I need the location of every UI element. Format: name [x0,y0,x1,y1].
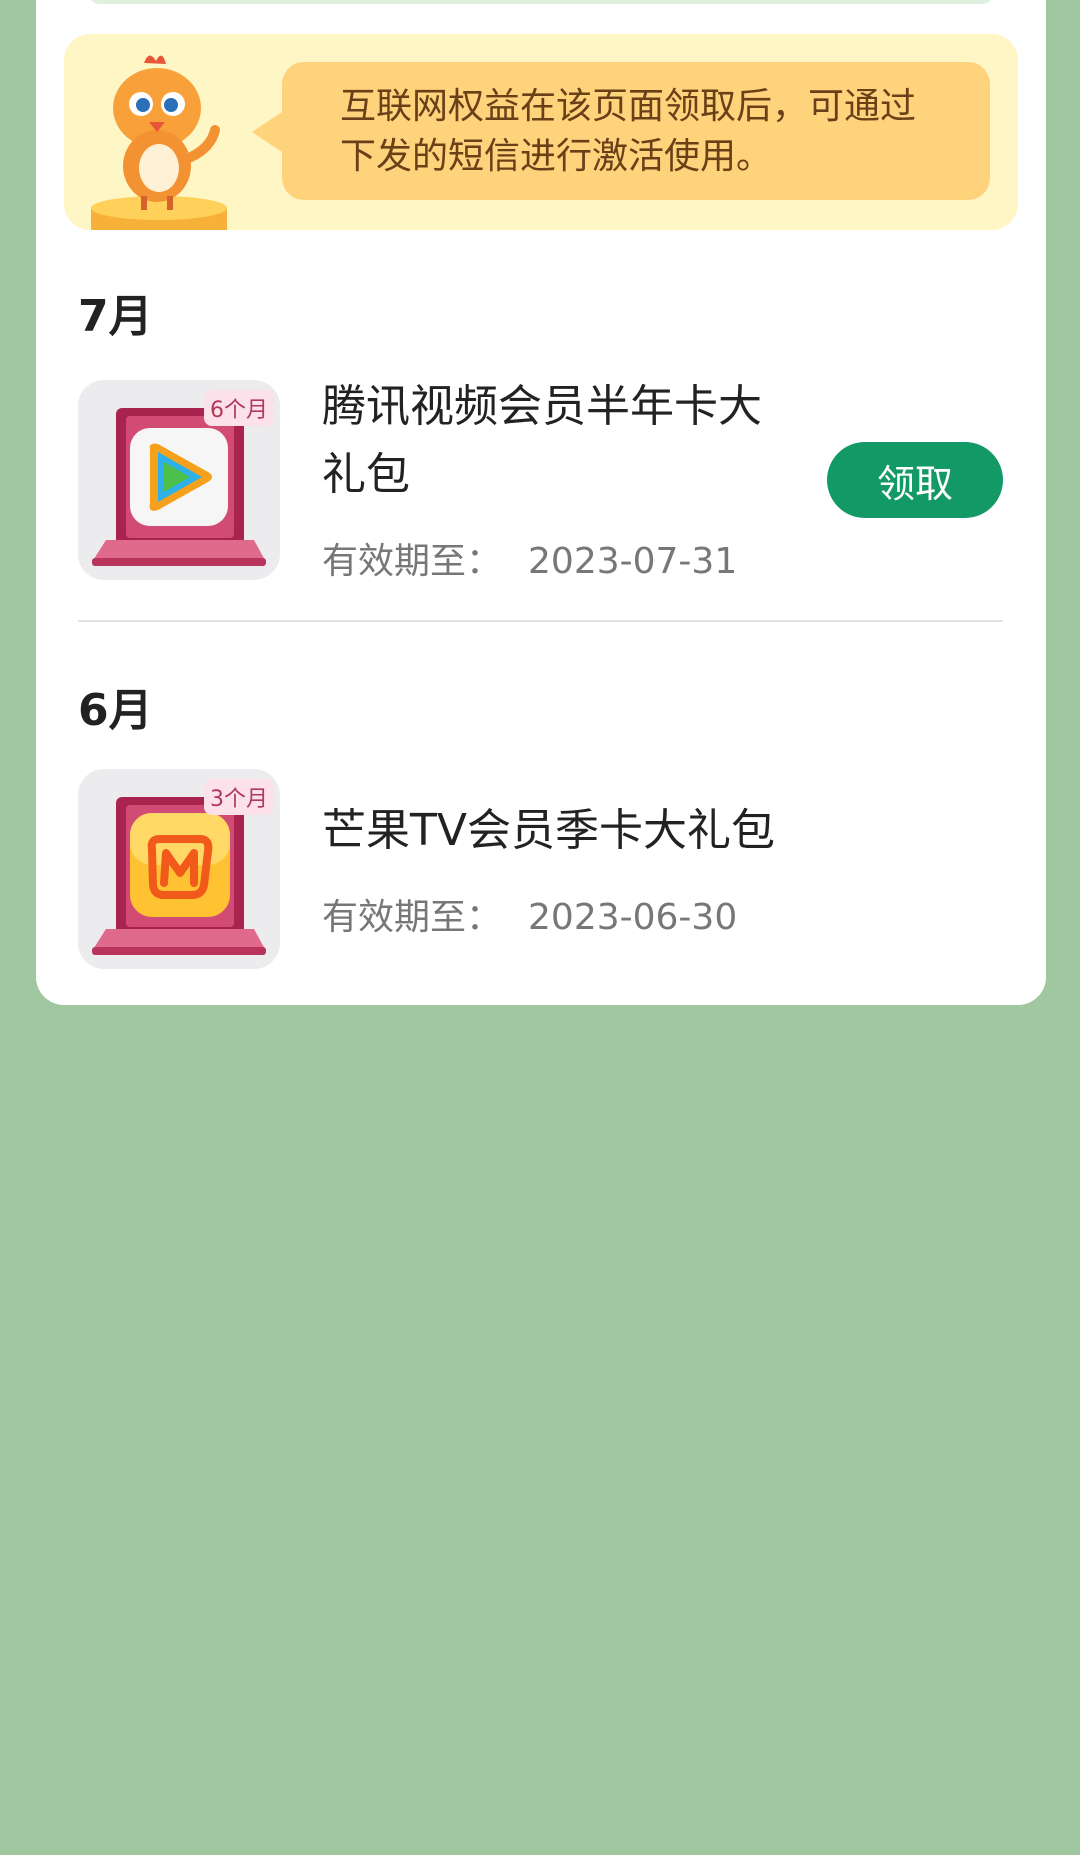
item-title-line1: 芒果TV会员季卡大礼包 [322,805,775,856]
expiry-date: 2023-06-30 [528,897,738,938]
notice-text-line2: 下发的短信进行激活使用。 [340,136,773,177]
duration-badge: 3个月 [204,779,274,815]
expiry-label: 有效期至： [322,897,503,938]
divider [78,620,1003,622]
tencent-video-thumbnail: 6个月 [78,380,280,580]
notice-bubble: 互联网权益在该页面领取后，可通过 下发的短信进行激活使用。 [282,62,990,200]
expiry-date: 2023-07-31 [528,541,738,582]
bubble-tail [252,112,282,152]
mango-tv-thumbnail: 3个月 [78,769,280,969]
item-title-line1: 腾讯视频会员半年卡大 [322,381,762,432]
claim-button[interactable]: 领取 [827,442,1003,518]
item-title: 腾讯视频会员半年卡大 礼包 [322,373,762,509]
notice-banner: 互联网权益在该页面领取后，可通过 下发的短信进行激活使用。 [64,34,1018,230]
month-header: 6月 [78,685,153,736]
bird-mascot-icon [91,55,227,230]
notice-text-line1: 互联网权益在该页面领取后，可通过 [340,86,917,127]
item-expiry: 有效期至： 2023-07-31 [322,532,737,584]
item-title-line2: 礼包 [322,449,410,500]
top-strip [88,0,994,4]
item-expiry: 有效期至： 2023-06-30 [322,888,737,940]
month-header: 7月 [78,291,153,342]
item-title: 芒果TV会员季卡大礼包 [322,797,775,865]
duration-badge: 6个月 [204,390,274,426]
expiry-label: 有效期至： [322,541,503,582]
